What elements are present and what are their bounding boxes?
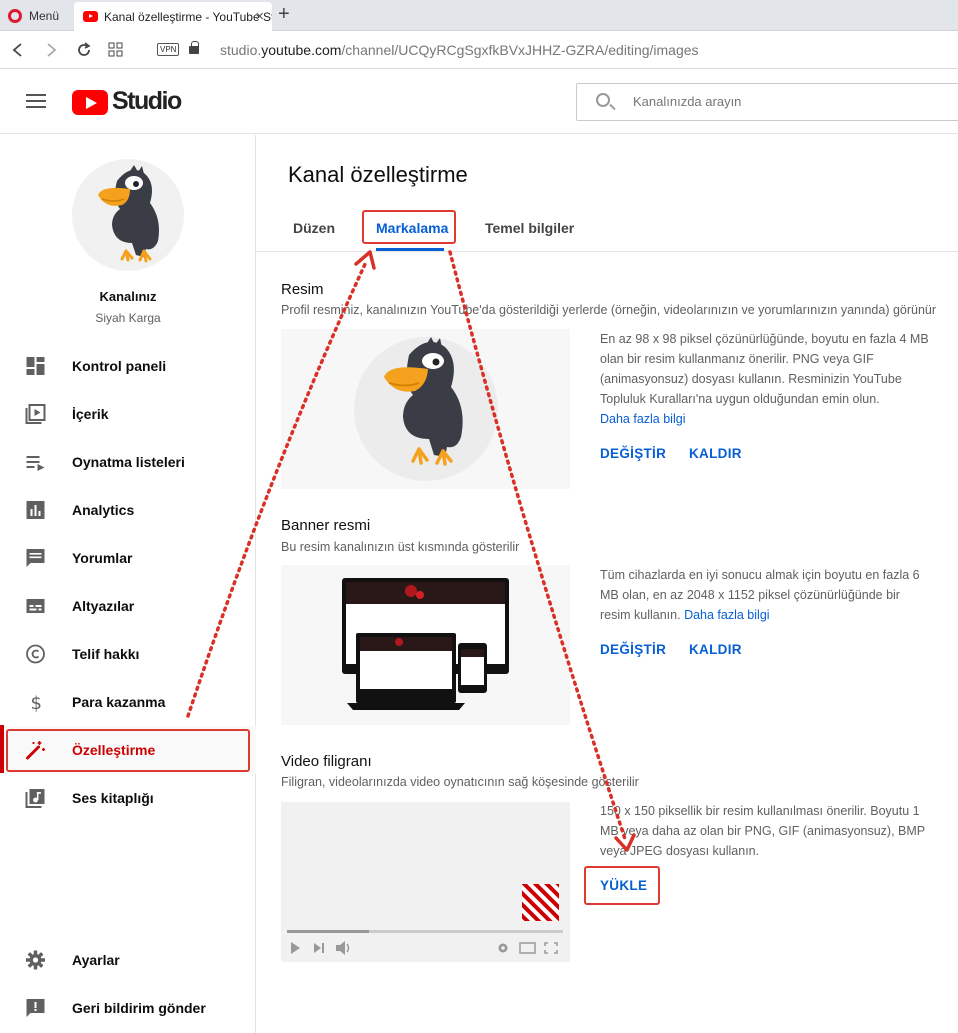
active-indicator: [0, 725, 4, 773]
sidebar-item-playlists[interactable]: Oynatma listeleri: [0, 438, 256, 486]
subtitles-icon: [26, 599, 45, 613]
playlists-icon: [26, 456, 45, 471]
vpn-badge[interactable]: VPN: [157, 43, 180, 56]
sidebar-item-monetization[interactable]: $ Para kazanma: [0, 678, 256, 726]
close-tab-icon[interactable]: ×: [255, 8, 264, 25]
video-player-preview-image: [287, 884, 563, 955]
comments-icon: [26, 549, 45, 567]
sidebar-item-label: Analytics: [72, 502, 135, 518]
youtube-favicon-icon: [83, 11, 98, 22]
picture-info-text: En az 98 x 98 piksel çözünürlüğünde, boy…: [600, 332, 929, 406]
lock-icon: [189, 41, 199, 54]
studio-header: Studio: [0, 70, 958, 134]
url-path: /channel/UCQyRCgSgxfkBVxJHHZ-GZRA/editin…: [341, 42, 699, 58]
watermark-info: 150 x 150 piksellik bir resim kullanılma…: [600, 801, 930, 861]
sidebar-item-subtitles[interactable]: Altyazılar: [0, 582, 256, 630]
crow-picture-image: [354, 337, 498, 481]
picture-section-title: Resim: [281, 281, 324, 298]
sidebar-item-dashboard[interactable]: Kontrol paneli: [0, 342, 256, 390]
feedback-icon: [26, 999, 45, 1017]
change-banner-button[interactable]: DEĞİŞTİR: [600, 642, 666, 657]
forward-icon[interactable]: [44, 42, 58, 58]
banner-preview: [281, 565, 570, 725]
url-domain: youtube.com: [261, 42, 342, 58]
hamburger-menu-icon[interactable]: [26, 94, 46, 108]
change-picture-button[interactable]: DEĞİŞTİR: [600, 446, 666, 461]
sidebar-item-label: Yorumlar: [72, 550, 133, 566]
url-prefix: studio.: [220, 42, 262, 58]
banner-info: Tüm cihazlarda en iyi sonucu almak için …: [600, 565, 930, 625]
search-box[interactable]: [576, 83, 958, 121]
studio-logo-text[interactable]: Studio: [112, 87, 182, 116]
reload-icon[interactable]: [76, 42, 92, 58]
sidebar-item-label: Ses kitaplığı: [72, 790, 154, 806]
browser-tab[interactable]: Kanal özelleştirme - YouTube Studio ×: [74, 2, 272, 31]
picture-info: En az 98 x 98 piksel çözünürlüğünde, boy…: [600, 329, 930, 429]
url-field[interactable]: studio.youtube.com/channel/UCQyRCgSgxfkB…: [220, 42, 699, 58]
sidebar-item-copyright[interactable]: Telif hakkı: [0, 630, 256, 678]
dollar-icon: $: [31, 693, 42, 712]
sidebar-item-audio-library[interactable]: Ses kitaplığı: [0, 774, 256, 822]
copyright-icon: [26, 644, 45, 664]
sidebar-item-label: Kontrol paneli: [72, 358, 167, 374]
sidebar-item-settings[interactable]: Ayarlar: [0, 936, 256, 984]
svg-text:$: $: [31, 693, 42, 712]
browser-menu-label: Menü: [29, 9, 60, 23]
channel-avatar[interactable]: [72, 159, 184, 271]
sidebar-item-label: Oynatma listeleri: [72, 454, 185, 470]
tab-layout[interactable]: Düzen: [293, 220, 335, 236]
picture-section-description: Profil resminiz, kanalınızın YouTube'da …: [281, 303, 937, 317]
sidebar-item-label: Altyazılar: [72, 598, 135, 614]
search-icon: [596, 93, 610, 107]
remove-picture-button[interactable]: KALDIR: [689, 446, 742, 461]
tabs-grid-icon[interactable]: [108, 42, 124, 58]
new-tab-button[interactable]: +: [278, 3, 290, 25]
youtube-logo-icon[interactable]: [72, 90, 108, 115]
search-input[interactable]: [633, 94, 933, 109]
banner-section-title: Banner resmi: [281, 517, 371, 534]
tab-basic-info[interactable]: Temel bilgiler: [485, 220, 574, 236]
banner-section-description: Bu resim kanalınızın üst kısmında göster…: [281, 540, 520, 554]
browser-menu-button[interactable]: Menü: [8, 7, 59, 25]
tabs-divider: [256, 251, 958, 252]
crow-avatar-image: [72, 159, 184, 271]
channel-subtitle: Siyah Karga: [95, 311, 161, 325]
picture-learn-more-link[interactable]: Daha fazla bilgi: [600, 412, 685, 426]
opera-logo-icon: [8, 9, 22, 23]
browser-tab-title: Kanal özelleştirme - YouTube Studio: [104, 9, 272, 24]
remove-banner-button[interactable]: KALDIR: [689, 642, 742, 657]
sidebar-item-label: Para kazanma: [72, 694, 166, 710]
banner-learn-more-link[interactable]: Daha fazla bilgi: [684, 608, 769, 622]
sidebar-item-comments[interactable]: Yorumlar: [0, 534, 256, 582]
sidebar-item-analytics[interactable]: Analytics: [0, 486, 256, 534]
watermark-section-title: Video filigranı: [281, 753, 372, 770]
sidebar-item-label: İçerik: [72, 406, 109, 422]
sidebar-item-content[interactable]: İçerik: [0, 390, 256, 438]
annotation-box-customization: [6, 729, 250, 772]
channel-name: Kanalınız: [99, 289, 157, 304]
watermark-section-description: Filigran, videolarınızda video oynatıcın…: [281, 775, 639, 789]
watermark-info-text: 150 x 150 piksellik bir resim kullanılma…: [600, 804, 925, 858]
analytics-icon: [26, 501, 45, 519]
sidebar-item-label: Ayarlar: [72, 952, 120, 968]
browser-tab-bar: Menü Kanal özelleştirme - YouTube Studio…: [0, 0, 958, 31]
audio-library-icon: [25, 789, 45, 808]
back-icon[interactable]: [11, 42, 25, 58]
sidebar-item-label: Telif hakkı: [72, 646, 140, 662]
watermark-preview: [281, 802, 570, 962]
dashboard-icon: [26, 357, 45, 375]
sidebar-item-feedback[interactable]: Geri bildirim gönder: [0, 984, 256, 1032]
devices-banner-image: [342, 578, 509, 710]
annotation-box-upload: [584, 866, 660, 905]
sidebar-item-label: Geri bildirim gönder: [72, 1000, 206, 1016]
content-icon: [25, 404, 46, 424]
annotation-box-branding-tab: [362, 210, 456, 244]
gear-icon: [26, 950, 45, 970]
address-bar: VPN studio.youtube.com/channel/UCQyRCgSg…: [0, 31, 958, 69]
sidebar: Kanalınız Siyah Karga Kontrol paneli İçe…: [0, 135, 256, 1033]
profile-picture-preview: [281, 329, 570, 489]
page-title: Kanal özelleştirme: [288, 162, 468, 187]
